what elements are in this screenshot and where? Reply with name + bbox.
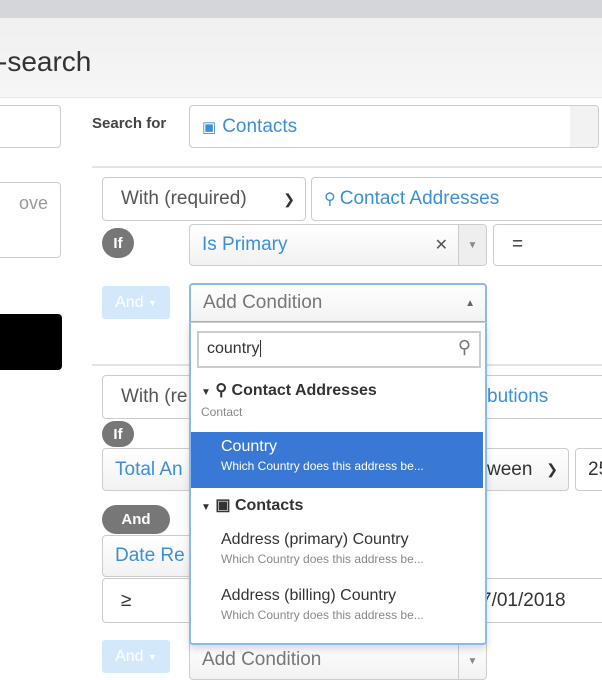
caret-down-icon[interactable]: ▼ bbox=[458, 225, 486, 265]
option-description: Which Country does this address be... bbox=[221, 608, 424, 622]
if-badge: If bbox=[102, 228, 134, 258]
caret-down-icon: ▼ bbox=[201, 502, 211, 513]
search-for-label: Search for bbox=[92, 115, 167, 132]
search-for-value: Contacts bbox=[222, 115, 298, 137]
value: 25 bbox=[588, 458, 602, 480]
map-marker-icon: ⚲ bbox=[215, 382, 228, 399]
chevron-down-icon: ❯ bbox=[546, 461, 558, 477]
date-value: 7/01/2018 bbox=[481, 589, 566, 611]
field-value: Total An bbox=[115, 458, 183, 480]
dropdown-search-input[interactable]: country ⚲ bbox=[197, 331, 481, 368]
contact-card-icon: ▣ bbox=[215, 497, 231, 514]
option-label: Country bbox=[221, 438, 278, 455]
join-value: With (re bbox=[121, 386, 188, 407]
add-condition-select-2[interactable]: Add Condition ▼ bbox=[189, 640, 487, 680]
caret-up-icon: ▲ bbox=[465, 297, 475, 309]
map-marker-icon: ⚲ bbox=[324, 191, 336, 208]
add-condition-select[interactable]: Add Condition ▲ bbox=[189, 283, 487, 323]
group-label: Contacts bbox=[234, 497, 304, 514]
field-select[interactable]: Is Primary ✕ ▼ bbox=[189, 224, 487, 266]
operator-value: ween bbox=[487, 458, 533, 480]
group-header-contact-addresses[interactable]: ▼ ⚲ Contact Addresses bbox=[201, 380, 377, 400]
contact-card-icon: ▣ bbox=[202, 118, 217, 136]
textarea-placeholder: ove bbox=[18, 193, 48, 213]
value-input-2[interactable]: 25 bbox=[575, 448, 602, 491]
if-badge-2: If bbox=[102, 421, 134, 447]
caret-down-icon: ▼ bbox=[148, 297, 157, 308]
name-input[interactable] bbox=[0, 105, 61, 148]
option-label: Address (billing) Country bbox=[221, 587, 397, 604]
entity-value: Contact Addresses bbox=[339, 188, 500, 209]
and-button[interactable]: And ▼ bbox=[102, 286, 170, 319]
field-value: Is Primary bbox=[202, 234, 288, 255]
page-title: -search bbox=[0, 46, 92, 77]
option-address-primary-country[interactable]: Address (primary) Country Which Country d… bbox=[191, 531, 483, 581]
operator-value: ≥ bbox=[121, 589, 132, 611]
caret-down-icon: ▼ bbox=[458, 641, 486, 679]
operator-select[interactable]: = bbox=[493, 224, 602, 266]
description-textarea[interactable]: ove bbox=[0, 182, 61, 258]
and-label: And bbox=[115, 293, 144, 311]
and-badge: And bbox=[102, 505, 170, 534]
operator-value: = bbox=[512, 234, 524, 255]
join-select[interactable]: With (required) ❯ bbox=[102, 177, 306, 221]
group-label: Contact Addresses bbox=[231, 382, 377, 399]
search-for-select[interactable]: ▣ Contacts bbox=[189, 105, 599, 148]
add-condition-label: Add Condition bbox=[202, 649, 322, 670]
chevron-down-icon: ❯ bbox=[283, 190, 295, 207]
browser-top-bar bbox=[0, 0, 602, 18]
entity-select-2[interactable]: butions bbox=[470, 375, 602, 419]
add-condition-label: Add Condition bbox=[203, 292, 323, 313]
and-label: And bbox=[115, 647, 144, 665]
join-value: With (required) bbox=[121, 188, 247, 209]
caret-down-icon: ▼ bbox=[201, 387, 211, 398]
add-condition-dropdown: country ⚲ ▼ ⚲ Contact Addresses Contact C… bbox=[189, 322, 487, 645]
date-input[interactable]: 7/01/2018 bbox=[470, 578, 602, 623]
option-address-billing-country[interactable]: Address (billing) Country Which Country d… bbox=[191, 587, 483, 637]
clear-icon[interactable]: ✕ bbox=[435, 235, 448, 255]
entity-select[interactable]: ⚲ Contact Addresses bbox=[311, 177, 602, 221]
group-header-contacts[interactable]: ▼ ▣ Contacts bbox=[201, 495, 303, 515]
option-country[interactable]: Country Which Country does this address b… bbox=[191, 432, 483, 488]
option-description: Which Country does this address be... bbox=[221, 459, 424, 473]
divider bbox=[92, 166, 602, 168]
join-select-2[interactable]: With (re bbox=[102, 375, 202, 419]
option-description: Which Country does this address be... bbox=[221, 552, 424, 566]
group-sublabel: Contact bbox=[201, 405, 243, 419]
option-label: Address (primary) Country bbox=[221, 531, 409, 548]
field-select-2[interactable]: Total An bbox=[102, 448, 202, 491]
entity-value: butions bbox=[487, 386, 549, 407]
and-button-2[interactable]: And ▼ bbox=[102, 640, 170, 673]
search-icon: ⚲ bbox=[457, 337, 471, 357]
field-select-3[interactable]: Date Re bbox=[102, 535, 202, 577]
operator-select-3[interactable]: ≥ bbox=[102, 578, 202, 623]
field-value: Date Re bbox=[115, 545, 185, 566]
black-button[interactable] bbox=[0, 314, 62, 370]
search-value: country bbox=[207, 340, 260, 357]
caret-down-icon: ▼ bbox=[148, 651, 157, 662]
